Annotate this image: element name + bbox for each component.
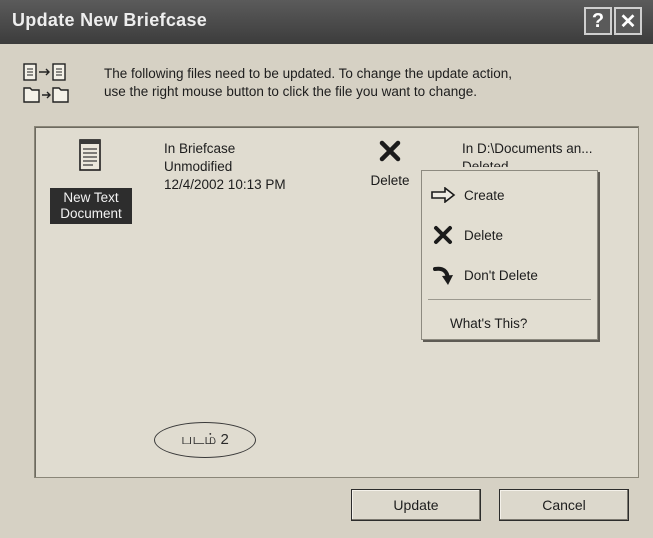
context-menu: Create Delete Don't Delete What's This? [421, 170, 598, 340]
file-name-label[interactable]: New Text Document [50, 188, 132, 224]
update-briefcase-dialog: Update New Briefcase ? ✕ The following f… [0, 0, 653, 538]
menu-item-delete-label: Delete [464, 227, 504, 243]
update-action[interactable]: Delete [360, 140, 420, 188]
close-button[interactable]: ✕ [614, 7, 642, 35]
delete-x-icon [379, 140, 401, 162]
text-document-icon[interactable] [78, 136, 104, 180]
sync-files-icon [23, 63, 69, 103]
menu-item-whats-this[interactable]: What's This? [422, 305, 597, 341]
curved-arrow-icon [433, 266, 453, 285]
title-bar: Update New Briefcase ? ✕ [0, 0, 653, 44]
target-location: In D:\Documents an... [462, 141, 593, 156]
window-title: Update New Briefcase [12, 10, 208, 30]
target-info: In D:\Documents an... Deleted [462, 140, 637, 167]
menu-separator [428, 299, 591, 300]
update-action-label: Delete [370, 173, 410, 188]
figure-caption: படம் 2 [154, 422, 256, 458]
briefcase-info: In Briefcase Unmodified 12/4/2002 10:13 … [164, 140, 286, 194]
cancel-button[interactable]: Cancel [499, 489, 629, 521]
menu-item-dont-delete[interactable]: Don't Delete [422, 257, 597, 293]
help-button[interactable]: ? [584, 7, 612, 35]
file-name-line-1: New Text [63, 190, 119, 205]
menu-item-whats-this-label: What's This? [450, 315, 528, 331]
intro-line-1: The following files need to be updated. … [104, 66, 513, 81]
menu-item-dont-delete-label: Don't Delete [464, 267, 538, 283]
file-status: Unmodified [164, 159, 233, 174]
file-location: In Briefcase [164, 141, 236, 156]
intro-message: The following files need to be updated. … [104, 65, 634, 101]
update-button[interactable]: Update [351, 489, 481, 521]
file-timestamp: 12/4/2002 10:13 PM [164, 177, 286, 192]
intro-line-2: use the right mouse button to click the … [104, 84, 477, 99]
target-status: Deleted [462, 159, 509, 167]
delete-x-icon [434, 226, 452, 244]
file-name-line-2: Document [60, 206, 122, 221]
menu-item-delete[interactable]: Delete [422, 217, 597, 253]
arrow-right-icon [431, 187, 456, 203]
menu-item-create-label: Create [464, 187, 505, 203]
menu-item-create[interactable]: Create [422, 177, 597, 213]
